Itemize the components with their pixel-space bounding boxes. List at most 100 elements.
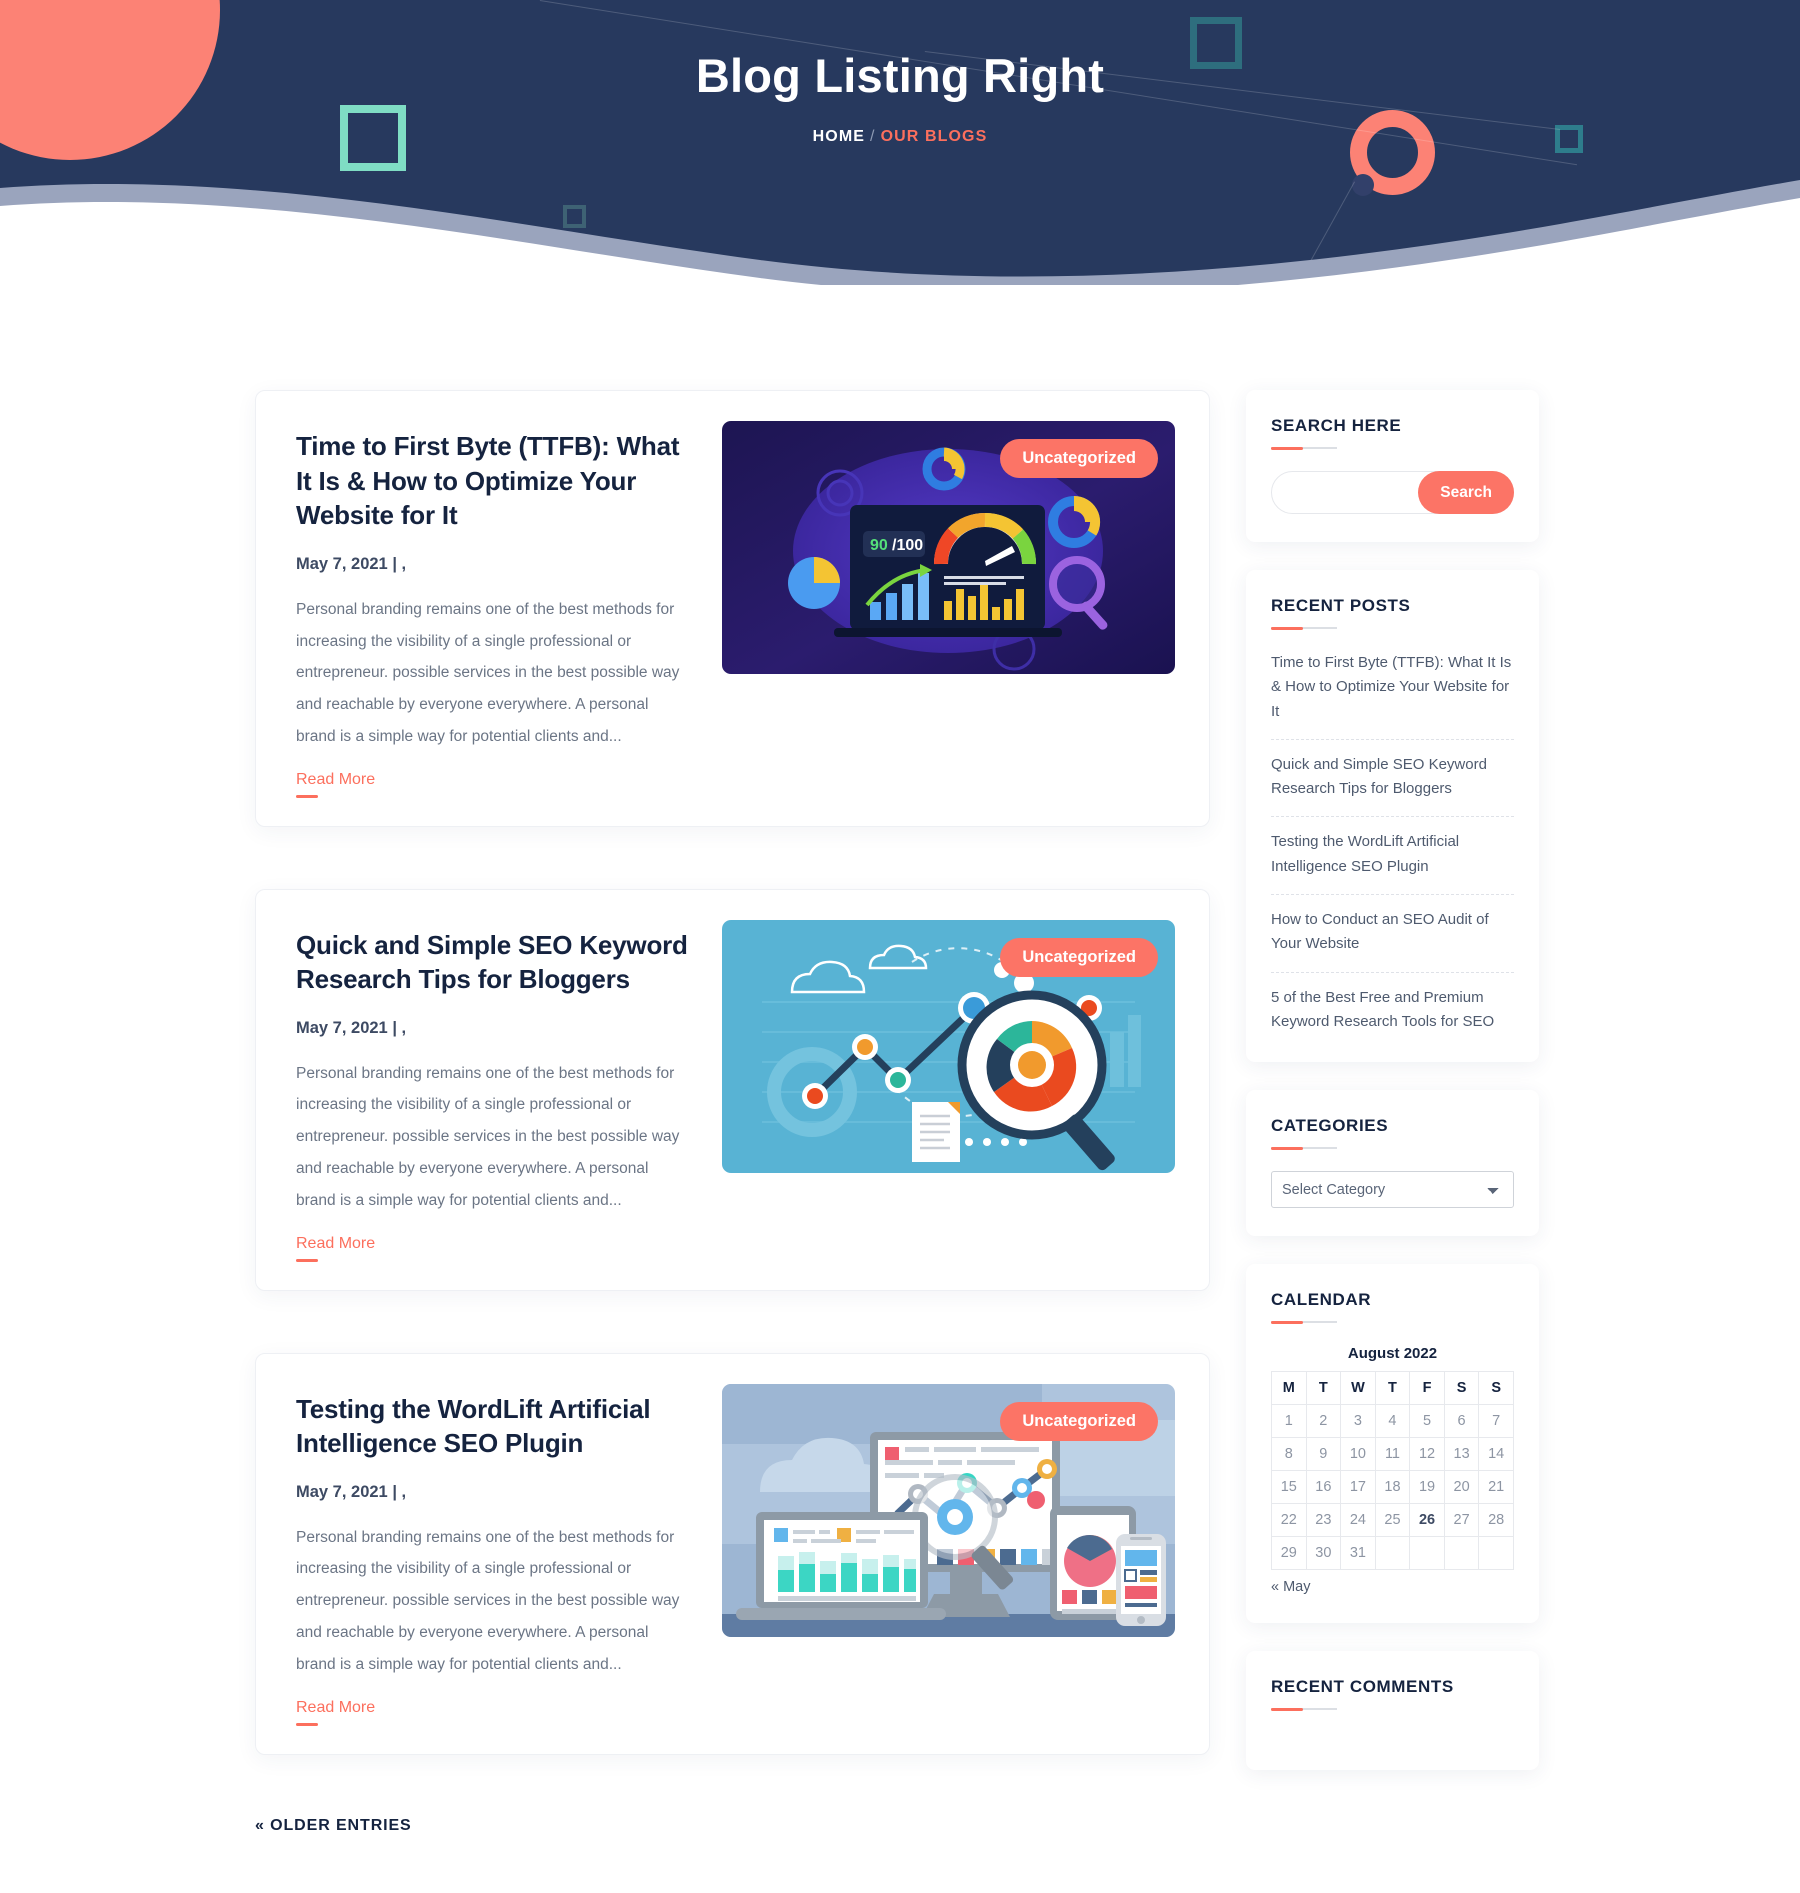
widget-title-recent-posts: RECENT POSTS xyxy=(1271,596,1411,615)
hero-wave-decoration xyxy=(0,180,1800,285)
calendar-day: 20 xyxy=(1443,1470,1480,1505)
calendar-day-header: S xyxy=(1478,1371,1514,1406)
page-body: Time to First Byte (TTFB): What It Is & … xyxy=(0,285,1800,1835)
calendar-prev-month-link[interactable]: « May xyxy=(1271,1579,1311,1595)
widget-recent-comments: RECENT COMMENTS xyxy=(1246,1651,1539,1771)
calendar-day: 1 xyxy=(1271,1404,1307,1439)
calendar-week-row: 22 23 24 25 26 27 28 xyxy=(1271,1503,1514,1538)
read-more-link[interactable]: Read More xyxy=(296,1235,375,1262)
calendar-day: 8 xyxy=(1271,1437,1307,1472)
calendar-week-row: 1 2 3 4 5 6 7 xyxy=(1271,1404,1514,1439)
calendar-day: 12 xyxy=(1409,1437,1445,1472)
calendar-day: 18 xyxy=(1374,1470,1411,1505)
calendar-week-row: 15 16 17 18 19 20 21 xyxy=(1271,1470,1514,1505)
calendar-day: 22 xyxy=(1271,1503,1307,1538)
recent-post-link[interactable]: Quick and Simple SEO Keyword Research Ti… xyxy=(1271,740,1514,817)
calendar-day: 4 xyxy=(1374,1404,1411,1439)
calendar-day: 17 xyxy=(1340,1470,1376,1505)
widget-calendar: CALENDAR August 2022 M T W T F S S 1 2 3… xyxy=(1246,1264,1539,1624)
calendar-day: 25 xyxy=(1374,1503,1411,1538)
widget-title-categories: CATEGORIES xyxy=(1271,1116,1389,1136)
widget-rule xyxy=(1271,1321,1337,1325)
widget-title-recent-comments: RECENT COMMENTS xyxy=(1271,1677,1454,1697)
breadcrumb-current: OUR BLOGS xyxy=(880,128,988,145)
calendar-day-empty xyxy=(1478,1536,1514,1571)
breadcrumb-home-link[interactable]: HOME xyxy=(813,128,865,145)
calendar-day-empty xyxy=(1409,1536,1445,1571)
post-excerpt: Personal branding remains one of the bes… xyxy=(296,600,680,745)
calendar-day: 7 xyxy=(1478,1404,1514,1439)
calendar-day-header: F xyxy=(1409,1371,1445,1406)
recent-post-link[interactable]: Testing the WordLift Artificial Intellig… xyxy=(1271,817,1514,894)
calendar-day: 13 xyxy=(1443,1437,1480,1472)
widget-title-calendar: CALENDAR xyxy=(1271,1290,1372,1310)
recent-post-link[interactable]: How to Conduct an SEO Audit of Your Webs… xyxy=(1271,895,1514,972)
breadcrumb: HOME / OUR BLOGS xyxy=(0,128,1800,146)
widget-rule xyxy=(1271,1708,1337,1712)
sidebar: SEARCH HERE Search RECENT POSTS Time to … xyxy=(1246,390,1539,1798)
calendar-day: 10 xyxy=(1340,1437,1376,1472)
post-excerpt: Personal branding remains one of the bes… xyxy=(296,1064,680,1209)
category-badge[interactable]: Uncategorized xyxy=(1000,937,1158,977)
blog-list: Time to First Byte (TTFB): What It Is & … xyxy=(255,390,1210,1817)
widget-title-search: SEARCH HERE xyxy=(1271,416,1402,435)
page-title: Blog Listing Right xyxy=(695,49,1105,102)
calendar-day-empty xyxy=(1443,1536,1480,1571)
blog-post-card[interactable]: Time to First Byte (TTFB): What It Is & … xyxy=(255,390,1210,827)
calendar-day: 23 xyxy=(1305,1503,1342,1538)
read-more-link[interactable]: Read More xyxy=(296,771,375,798)
svg-text:90: 90 xyxy=(870,537,888,554)
search-button[interactable]: Search xyxy=(1418,471,1514,514)
pagination: « OLDER ENTRIES xyxy=(255,1817,1545,1835)
post-content: Quick and Simple SEO Keyword Research Ti… xyxy=(296,920,692,1262)
calendar-day: 27 xyxy=(1443,1503,1480,1538)
calendar-day: 28 xyxy=(1478,1503,1514,1538)
older-entries-link[interactable]: « OLDER ENTRIES xyxy=(255,1817,412,1834)
calendar-day: 11 xyxy=(1374,1437,1411,1472)
blog-post-card[interactable]: Quick and Simple SEO Keyword Research Ti… xyxy=(255,888,1210,1291)
calendar-day-header: S xyxy=(1443,1371,1480,1406)
calendar-day: 9 xyxy=(1305,1437,1342,1472)
widget-rule xyxy=(1271,1147,1337,1151)
post-title[interactable]: Time to First Byte (TTFB): What It Is & … xyxy=(296,429,692,533)
calendar-day: 29 xyxy=(1271,1536,1307,1571)
calendar-week-row: 8 9 10 11 12 13 14 xyxy=(1271,1437,1514,1472)
calendar-day: 2 xyxy=(1305,1404,1342,1439)
calendar-day-header: M xyxy=(1271,1371,1307,1406)
post-meta: May 7, 2021 | , xyxy=(296,554,407,573)
post-thumbnail[interactable]: Uncategorized xyxy=(722,1383,1175,1637)
recent-post-link[interactable]: 5 of the Best Free and Premium Keyword R… xyxy=(1271,973,1514,1035)
post-thumbnail[interactable]: Uncategorized xyxy=(722,421,1175,674)
read-more-link[interactable]: Read More xyxy=(296,1699,375,1726)
calendar-day: 6 xyxy=(1443,1404,1480,1439)
post-title[interactable]: Quick and Simple SEO Keyword Research Ti… xyxy=(296,928,692,997)
search-row: Search xyxy=(1271,471,1514,514)
widget-recent-posts: RECENT POSTS Time to First Byte (TTFB): … xyxy=(1246,570,1539,1063)
category-badge[interactable]: Uncategorized xyxy=(1000,1401,1158,1441)
list-item: Testing the WordLift Artificial Intellig… xyxy=(1271,817,1514,896)
post-excerpt: Personal branding remains one of the bes… xyxy=(296,1528,680,1673)
post-thumbnail[interactable]: Uncategorized xyxy=(722,919,1175,1173)
calendar-header-row: M T W T F S S xyxy=(1271,1371,1514,1406)
calendar-nav: « May xyxy=(1271,1570,1514,1595)
widget-search: SEARCH HERE Search xyxy=(1246,390,1539,542)
blog-post-card[interactable]: Testing the WordLift Artificial Intellig… xyxy=(255,1352,1210,1755)
post-title[interactable]: Testing the WordLift Artificial Intellig… xyxy=(296,1392,692,1461)
post-content: Time to First Byte (TTFB): What It Is & … xyxy=(296,421,692,798)
calendar-day-empty xyxy=(1374,1536,1411,1571)
calendar-day-header: W xyxy=(1340,1371,1376,1406)
calendar-day: 31 xyxy=(1340,1536,1376,1571)
svg-text:/100: /100 xyxy=(892,537,923,554)
list-item: How to Conduct an SEO Audit of Your Webs… xyxy=(1271,895,1514,973)
calendar-day: 30 xyxy=(1305,1536,1342,1571)
calendar-caption: August 2022 xyxy=(1347,1345,1438,1363)
content-container: Time to First Byte (TTFB): What It Is & … xyxy=(255,390,1545,1817)
breadcrumb-separator: / xyxy=(870,128,876,145)
calendar-day: 5 xyxy=(1409,1404,1445,1439)
category-badge[interactable]: Uncategorized xyxy=(1000,439,1158,478)
category-select[interactable]: Select Category xyxy=(1271,1171,1514,1209)
recent-post-link[interactable]: Time to First Byte (TTFB): What It Is & … xyxy=(1271,651,1514,739)
recent-posts-list: Time to First Byte (TTFB): What It Is & … xyxy=(1271,651,1514,1034)
list-item: Time to First Byte (TTFB): What It Is & … xyxy=(1271,651,1514,740)
widget-categories: CATEGORIES Select Category xyxy=(1246,1090,1539,1237)
